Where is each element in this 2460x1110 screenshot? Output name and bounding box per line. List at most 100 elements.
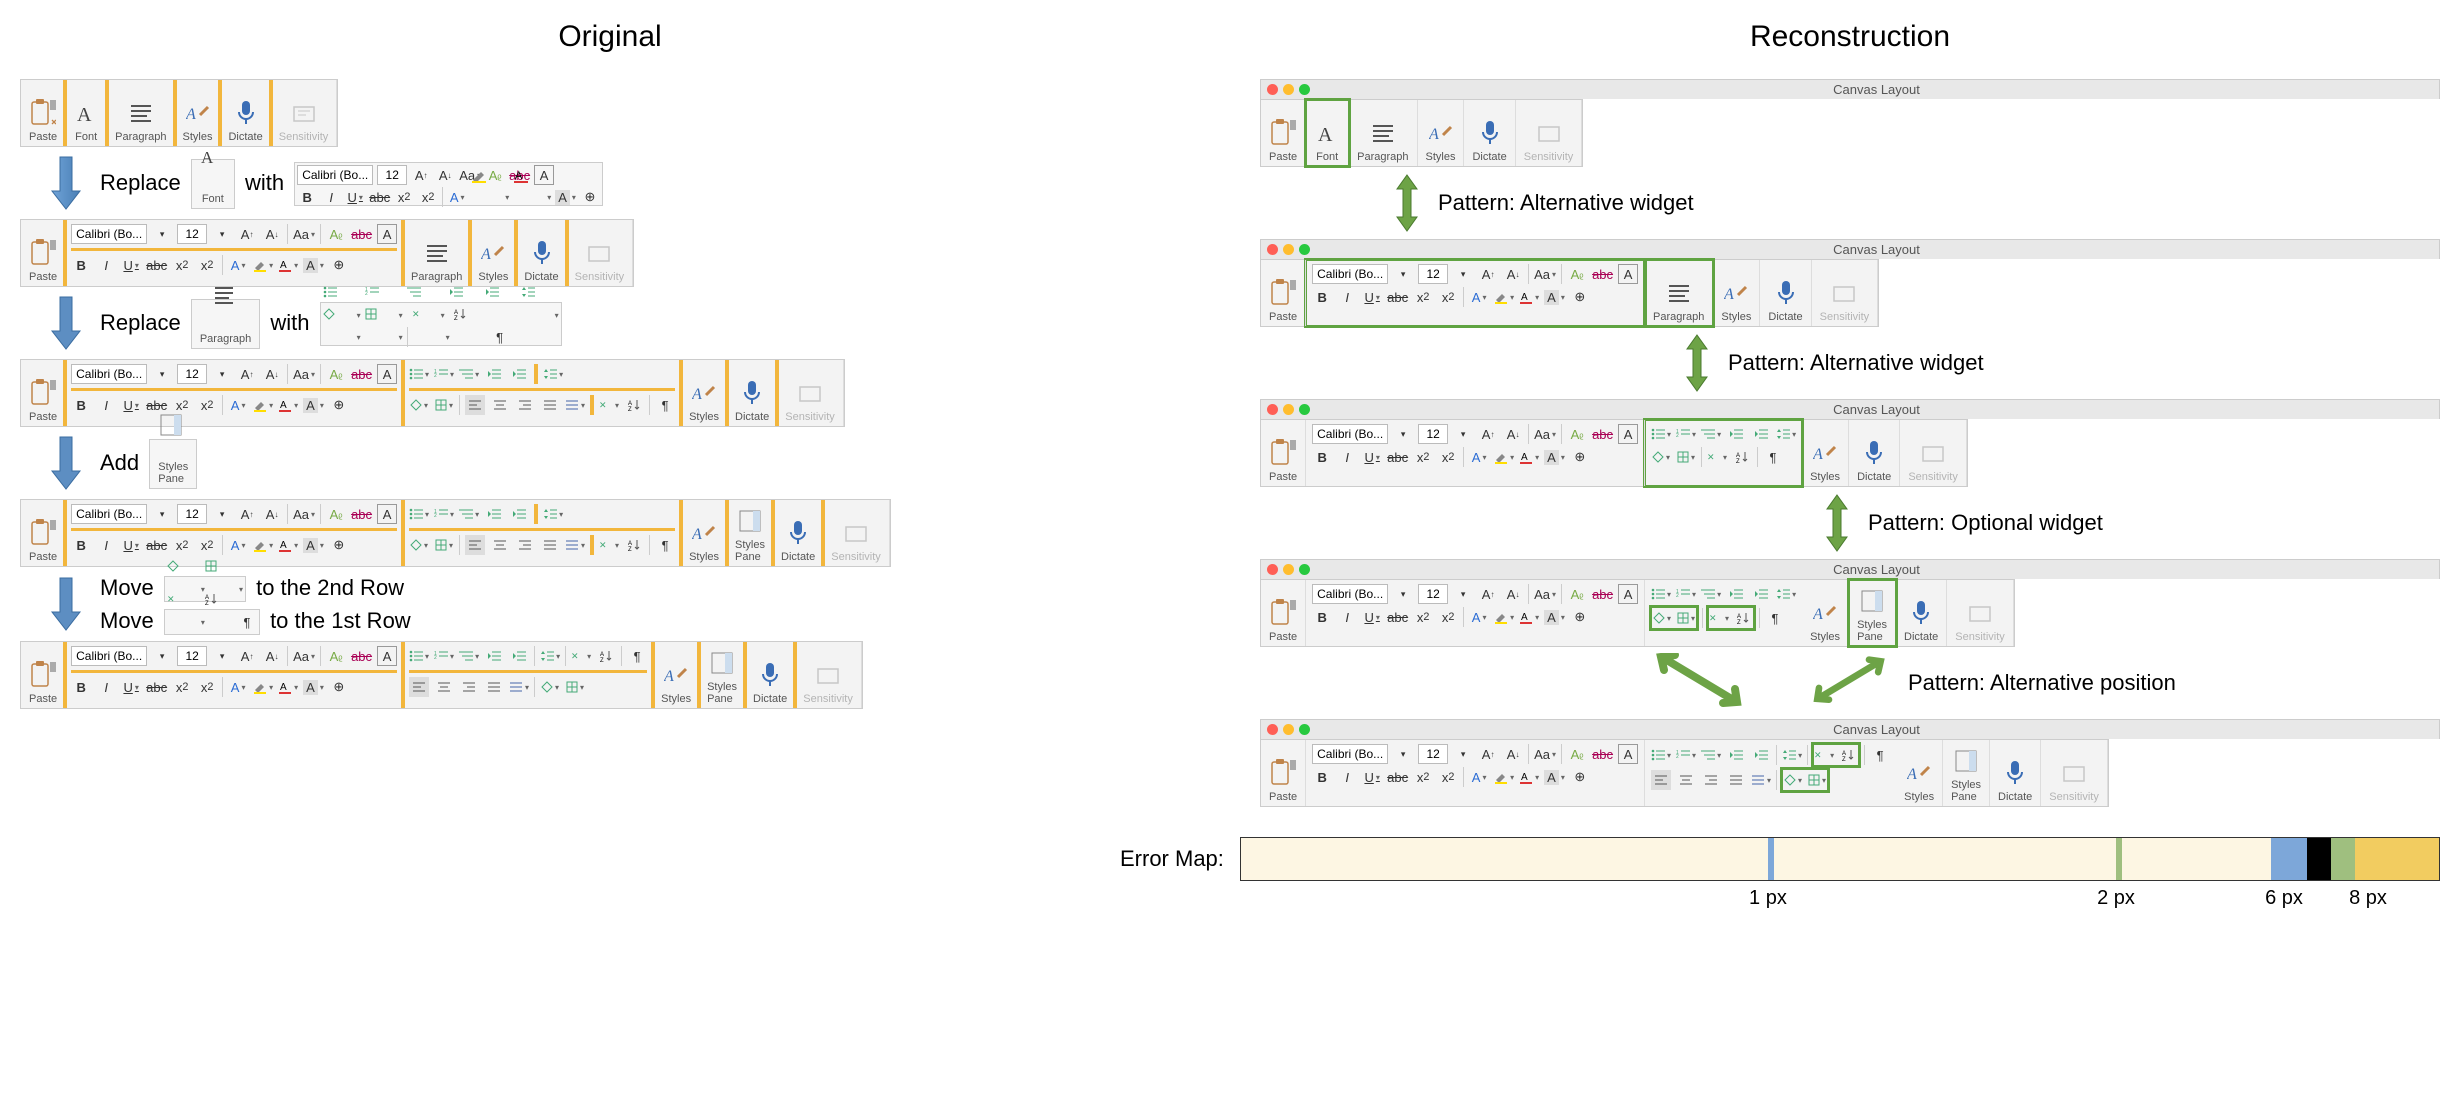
multilevel-btn[interactable]: [1701, 584, 1721, 604]
pilcrow-icon[interactable]: ¶: [490, 327, 510, 347]
phonetic-btn[interactable]: abc: [1592, 744, 1613, 764]
styles-group[interactable]: A Styles: [681, 500, 727, 566]
font-group-compact[interactable]: A Font: [65, 80, 107, 146]
align-left-btn[interactable]: [465, 395, 485, 415]
indent-inc-btn[interactable]: [1751, 745, 1771, 765]
styles-group[interactable]: A Styles: [1802, 420, 1849, 486]
bold-btn[interactable]: B: [71, 255, 91, 275]
styles_pane-group[interactable]: Styles Pane: [699, 642, 745, 708]
italic-btn[interactable]: I: [1337, 447, 1357, 467]
strike-btn[interactable]: abc: [1387, 767, 1408, 787]
styles_pane-group[interactable]: Styles Pane: [1943, 740, 1990, 806]
superscript-btn[interactable]: x2: [197, 677, 217, 697]
paste-group[interactable]: Paste: [1261, 100, 1306, 166]
font-color-btn[interactable]: A: [278, 535, 298, 555]
bold-btn[interactable]: B: [1312, 287, 1332, 307]
underline-btn[interactable]: U: [1362, 447, 1382, 467]
bold-btn[interactable]: B: [1312, 447, 1332, 467]
indent-inc-btn[interactable]: [509, 504, 529, 524]
borders-btn[interactable]: [1676, 447, 1696, 467]
numbering-btn[interactable]: 12: [1676, 424, 1696, 444]
indent-dec-btn[interactable]: [484, 364, 504, 384]
bullets-btn[interactable]: [1651, 584, 1671, 604]
styles_pane-group[interactable]: Styles Pane: [727, 500, 773, 566]
indent-inc-btn[interactable]: [509, 646, 529, 666]
dictate-group[interactable]: Dictate: [1849, 420, 1900, 486]
circled-btn[interactable]: ⊕: [1570, 287, 1590, 307]
line-spacing-btn[interactable]: [540, 646, 560, 666]
font-size-input[interactable]: [177, 646, 207, 666]
text-effects-btn[interactable]: A: [1469, 607, 1489, 627]
align-right-btn[interactable]: [515, 395, 535, 415]
highlight-btn[interactable]: [253, 677, 273, 697]
font-color-btn[interactable]: A: [1519, 287, 1539, 307]
shading-btn[interactable]: [1783, 770, 1803, 790]
numbering-btn[interactable]: 12: [434, 364, 454, 384]
strike-btn[interactable]: abc: [146, 255, 167, 275]
font-group[interactable]: A Font: [1306, 100, 1349, 166]
clear-format-btn[interactable]: Aᵨ: [1567, 584, 1587, 604]
char-shading-btn[interactable]: A: [303, 535, 324, 555]
char-shading-btn[interactable]: A: [303, 255, 324, 275]
font-family-input[interactable]: [1312, 744, 1388, 764]
font-size-input[interactable]: [1418, 584, 1448, 604]
pilcrow-btn[interactable]: ¶: [655, 535, 675, 555]
underline-btn[interactable]: U: [1362, 287, 1382, 307]
grow-font-btn[interactable]: A↑: [237, 646, 257, 666]
highlight-btn[interactable]: [253, 535, 273, 555]
italic-btn[interactable]: I: [1337, 287, 1357, 307]
paragraph-group-compact[interactable]: Paragraph: [107, 80, 174, 146]
change-case-btn[interactable]: Aa: [1534, 584, 1556, 604]
highlight-btn[interactable]: [1494, 607, 1514, 627]
paragraph-group[interactable]: Paragraph: [1349, 100, 1417, 166]
borders-icon[interactable]: [365, 327, 403, 347]
clear-format-btn[interactable]: Aᵨ: [1567, 424, 1587, 444]
sort-btn[interactable]: AZ: [624, 395, 644, 415]
change-case-btn[interactable]: Aa: [293, 646, 315, 666]
dictate-group[interactable]: Dictate: [1896, 580, 1947, 646]
grow-font-btn[interactable]: A↑: [1478, 584, 1498, 604]
italic-btn[interactable]: I: [96, 395, 116, 415]
grow-font-btn[interactable]: A↑: [237, 364, 257, 384]
char-shading-btn[interactable]: A: [1544, 447, 1565, 467]
circled-btn[interactable]: ⊕: [329, 395, 349, 415]
paste-group[interactable]: Paste: [21, 80, 65, 146]
align-left-btn[interactable]: [409, 677, 429, 697]
phonetic-btn[interactable]: abc: [351, 364, 372, 384]
clear-format-btn[interactable]: Aᵨ: [326, 364, 346, 384]
paste-group[interactable]: Paste: [1261, 740, 1306, 806]
pilcrow-btn[interactable]: ¶: [627, 646, 647, 666]
align-justify-btn[interactable]: [484, 677, 504, 697]
underline-btn[interactable]: U: [1362, 607, 1382, 627]
dictate-group[interactable]: Dictate: [727, 360, 777, 426]
line-spacing-btn[interactable]: [543, 504, 563, 524]
text-effects-btn[interactable]: A: [228, 677, 248, 697]
shrink-font-btn[interactable]: A↓: [262, 364, 282, 384]
paste-group[interactable]: Paste: [1261, 580, 1306, 646]
underline-btn[interactable]: U: [121, 255, 141, 275]
styles-group[interactable]: A Styles: [175, 80, 221, 146]
multilevel-btn[interactable]: [1701, 745, 1721, 765]
bullets-btn[interactable]: [409, 364, 429, 384]
dictate-group[interactable]: Dictate: [1464, 100, 1515, 166]
clear-format-btn[interactable]: Aᵨ: [326, 224, 346, 244]
text-effects-btn[interactable]: A: [1469, 447, 1489, 467]
font-color-btn[interactable]: A: [1519, 447, 1539, 467]
phonetic-btn[interactable]: abc: [1592, 584, 1613, 604]
highlight-btn[interactable]: [253, 395, 273, 415]
underline-btn[interactable]: U: [345, 187, 365, 207]
align-center-btn[interactable]: [490, 395, 510, 415]
numbering-btn[interactable]: 12: [434, 504, 454, 524]
strike-btn[interactable]: abc: [146, 535, 167, 555]
styles-group[interactable]: A Styles: [1896, 740, 1943, 806]
strike-btn[interactable]: abc: [146, 395, 167, 415]
font-color-btn[interactable]: A: [278, 395, 298, 415]
grow-font-btn[interactable]: A↑: [237, 504, 257, 524]
superscript-btn[interactable]: x2: [1438, 767, 1458, 787]
multilevel-btn[interactable]: [1701, 424, 1721, 444]
subscript-btn[interactable]: x2: [394, 187, 414, 207]
indent-inc-btn[interactable]: [1751, 584, 1771, 604]
font-family-input[interactable]: [71, 224, 147, 244]
text-dir-btn[interactable]: ✕: [571, 646, 591, 666]
styles-group[interactable]: A Styles: [1802, 580, 1849, 646]
